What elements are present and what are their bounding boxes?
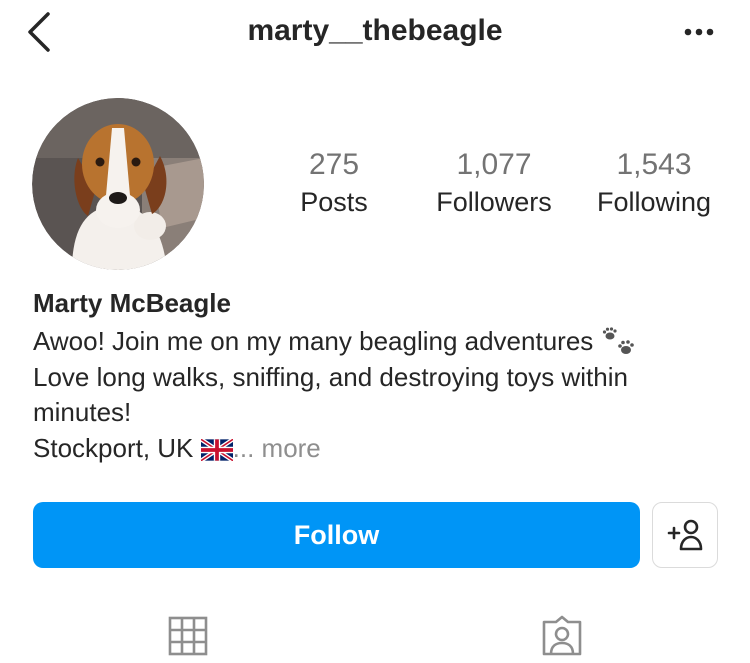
tab-tagged[interactable] bbox=[540, 614, 584, 658]
tagged-icon bbox=[542, 615, 582, 656]
paw-prints-icon bbox=[602, 327, 634, 355]
more-horizontal-icon bbox=[684, 28, 714, 36]
bio-line: Stockport, UK ... more bbox=[33, 431, 321, 465]
bio-text: Awoo! Join me on my many beagling advent… bbox=[33, 326, 594, 356]
stat-following[interactable]: 1,543 Following bbox=[584, 148, 724, 222]
stat-followers[interactable]: 1,077 Followers bbox=[420, 148, 568, 222]
beagle-avatar-image bbox=[32, 98, 204, 270]
bio-line: minutes! bbox=[33, 397, 132, 427]
stat-label: Posts bbox=[300, 187, 368, 217]
profile-avatar[interactable] bbox=[32, 98, 204, 270]
more-options-button[interactable] bbox=[680, 16, 720, 46]
add-user-icon bbox=[667, 519, 703, 551]
suggested-users-button[interactable] bbox=[652, 502, 718, 568]
stat-value: 1,543 bbox=[616, 148, 692, 181]
grid-icon bbox=[168, 616, 208, 656]
profile-username: marty__thebeagle bbox=[247, 14, 503, 47]
stat-value: 1,077 bbox=[456, 148, 532, 181]
bio-line: Love long walks, sniffing, and destroyin… bbox=[33, 362, 628, 392]
tab-posts-grid[interactable] bbox=[168, 616, 208, 656]
follow-button[interactable]: Follow bbox=[33, 502, 640, 568]
stat-label: Followers bbox=[436, 187, 552, 217]
stat-value: 275 bbox=[308, 148, 360, 181]
stat-label: Following bbox=[596, 187, 712, 217]
bio-more-link[interactable]: ... more bbox=[233, 433, 321, 463]
bio-line: Awoo! Join me on my many beagling advent… bbox=[33, 324, 639, 359]
uk-flag-icon bbox=[200, 439, 233, 462]
stat-posts[interactable]: 275 Posts bbox=[274, 148, 394, 222]
profile-name: Marty McBeagle bbox=[33, 288, 231, 318]
top-bar: marty__thebeagle bbox=[0, 0, 750, 66]
bio-location: Stockport, UK bbox=[33, 433, 194, 463]
